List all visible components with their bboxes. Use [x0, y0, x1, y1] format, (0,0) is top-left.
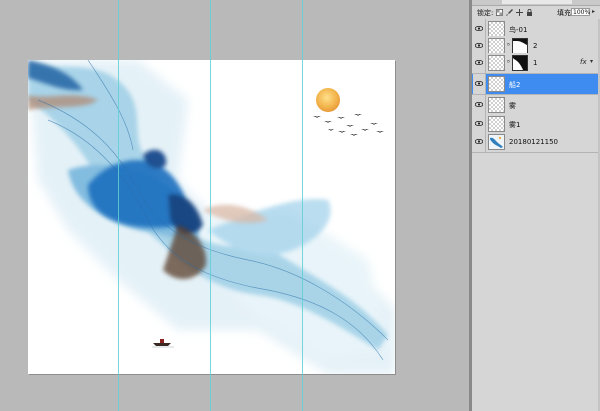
panel-tab[interactable]: [502, 0, 572, 4]
lock-options-row: 锁定: 填充: 100% ▸: [472, 6, 600, 20]
layer-name[interactable]: 20180121150: [509, 138, 558, 146]
layer-row-1[interactable]: ⁸ 1 fx ▾: [472, 53, 600, 74]
layer-thumbnail[interactable]: [488, 134, 505, 150]
brush-lock-icon[interactable]: [506, 9, 513, 16]
layer-mask-thumbnail[interactable]: [512, 55, 528, 71]
ink-artwork: [28, 60, 395, 374]
lock-label: 锁定:: [477, 9, 494, 17]
layer-name[interactable]: 1: [533, 59, 537, 67]
transparency-lock-icon[interactable]: [496, 9, 503, 16]
mask-link-icon[interactable]: ⁸: [507, 42, 510, 50]
move-lock-icon[interactable]: [516, 9, 523, 16]
layer-row-fog[interactable]: 雾: [472, 95, 600, 116]
document-canvas[interactable]: [28, 60, 395, 374]
layer-thumbnail[interactable]: [488, 21, 505, 37]
expand-effects-icon[interactable]: ▾: [590, 58, 593, 65]
vertical-guide-2[interactable]: [210, 0, 211, 411]
visibility-eye-icon[interactable]: [473, 132, 486, 152]
layer-effects-icon[interactable]: fx: [580, 58, 587, 66]
visibility-eye-icon[interactable]: [473, 74, 486, 94]
layer-name[interactable]: 雾: [509, 101, 516, 111]
visibility-eye-icon[interactable]: [473, 114, 486, 134]
fill-dropdown-icon[interactable]: ▸: [592, 8, 595, 15]
birds-graphic: [313, 114, 384, 136]
vertical-guide-3[interactable]: [302, 0, 303, 411]
layer-row-boat[interactable]: 船2: [472, 74, 600, 95]
layer-thumbnail[interactable]: [488, 76, 505, 92]
layers-panel: 锁定: 填充: 100% ▸ 鸟-01 ⁸ 2 ⁸ 1 fx ▾ 船2 雾 雾1…: [472, 0, 600, 411]
mask-link-icon[interactable]: ⁸: [507, 59, 510, 67]
layer-thumbnail[interactable]: [488, 38, 505, 54]
layer-row-background[interactable]: 20180121150: [472, 132, 600, 153]
visibility-eye-icon[interactable]: [473, 95, 486, 115]
visibility-eye-icon[interactable]: [473, 53, 486, 73]
fill-input[interactable]: 100%: [571, 8, 590, 16]
layer-name[interactable]: 雾1: [509, 120, 520, 130]
layer-thumbnail[interactable]: [488, 116, 505, 132]
sun-graphic: [316, 88, 340, 112]
canvas-workspace[interactable]: [0, 0, 469, 411]
padlock-icon[interactable]: [526, 8, 533, 16]
layer-name[interactable]: 鸟-01: [509, 25, 527, 35]
layer-thumbnail[interactable]: [488, 55, 505, 71]
layer-name[interactable]: 船2: [509, 80, 520, 90]
vertical-guide-1[interactable]: [118, 0, 119, 411]
layer-mask-thumbnail[interactable]: [512, 38, 528, 54]
layer-thumbnail[interactable]: [488, 97, 505, 113]
boat-graphic: [152, 339, 174, 348]
layer-name[interactable]: 2: [533, 42, 537, 50]
